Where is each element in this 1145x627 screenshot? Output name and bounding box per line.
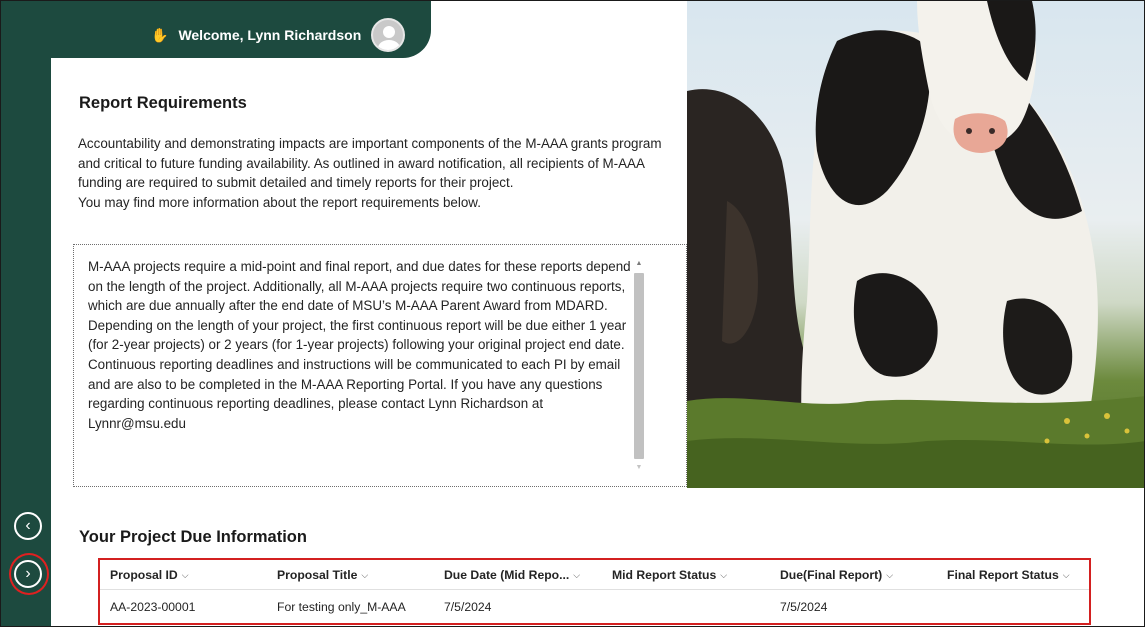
table-row[interactable]: AA-2023-00001 For testing only_M-AAA 7/5… <box>100 591 1089 623</box>
scroll-up-arrow-icon[interactable]: ▲ <box>630 257 648 271</box>
column-header-final-status[interactable]: Final Report Status ⌵ <box>947 560 1070 590</box>
column-header-proposal-title[interactable]: Proposal Title ⌵ <box>277 560 368 590</box>
scroll-down-arrow-icon[interactable]: ▼ <box>630 461 648 475</box>
cow-illustration <box>687 1 1144 488</box>
chevron-down-icon: ⌵ <box>886 569 894 580</box>
project-due-title: Your Project Due Information <box>79 528 307 546</box>
intro-paragraph: Accountability and demonstrating impacts… <box>78 136 662 191</box>
requirements-details-box[interactable]: M-AAA projects require a mid-point and f… <box>73 244 687 487</box>
project-due-table: Proposal ID ⌵ Proposal Title ⌵ Due Date (M… <box>98 558 1091 625</box>
details-scrollbar[interactable]: ▲ ▼ <box>630 257 648 475</box>
chevron-down-icon: ⌵ <box>361 569 369 580</box>
cow-hero-image <box>687 1 1144 488</box>
column-header-due-final[interactable]: Due(Final Report) ⌵ <box>780 560 893 590</box>
cell-proposal-title: For testing only_M-AAA <box>277 600 406 614</box>
column-label: Proposal ID <box>110 568 178 582</box>
column-label: Due(Final Report) <box>780 568 883 582</box>
report-requirements-intro: Accountability and demonstrating impacts… <box>78 134 668 212</box>
next-page-button[interactable]: › <box>14 560 42 588</box>
chevron-down-icon: ⌵ <box>1062 569 1070 580</box>
chevron-down-icon: ⌵ <box>573 569 581 580</box>
column-header-proposal-id[interactable]: Proposal ID ⌵ <box>110 560 189 590</box>
previous-page-button[interactable]: ‹ <box>14 512 42 540</box>
wave-hand-icon: ✋ <box>151 26 169 43</box>
column-label: Mid Report Status <box>612 568 717 582</box>
cell-proposal-id: AA-2023-00001 <box>110 600 196 614</box>
app-window: ✋ Welcome, Lynn Richardson Report Requir… <box>0 0 1145 627</box>
chevron-right-icon: › <box>25 565 31 582</box>
welcome-text: Welcome, Lynn Richardson <box>178 27 362 43</box>
scroll-thumb[interactable] <box>634 273 644 459</box>
welcome-banner: ✋ Welcome, Lynn Richardson <box>151 17 406 53</box>
column-header-due-mid[interactable]: Due Date (Mid Repo... ⌵ <box>444 560 580 590</box>
cell-due-mid: 7/5/2024 <box>444 600 492 614</box>
more-info-text: You may find more information about the … <box>78 194 481 210</box>
table-header: Proposal ID ⌵ Proposal Title ⌵ Due Date (M… <box>100 560 1089 590</box>
column-label: Final Report Status <box>947 568 1059 582</box>
requirements-details-text: M-AAA projects require a mid-point and f… <box>88 259 631 431</box>
column-header-mid-status[interactable]: Mid Report Status ⌵ <box>612 560 727 590</box>
chevron-down-icon: ⌵ <box>181 569 189 580</box>
chevron-left-icon: ‹ <box>25 517 31 534</box>
chevron-down-icon: ⌵ <box>720 569 728 580</box>
report-requirements-title: Report Requirements <box>79 94 247 112</box>
column-label: Due Date (Mid Repo... <box>444 568 570 582</box>
column-label: Proposal Title <box>277 568 358 582</box>
user-avatar[interactable] <box>371 18 406 52</box>
cell-due-final: 7/5/2024 <box>780 600 828 614</box>
